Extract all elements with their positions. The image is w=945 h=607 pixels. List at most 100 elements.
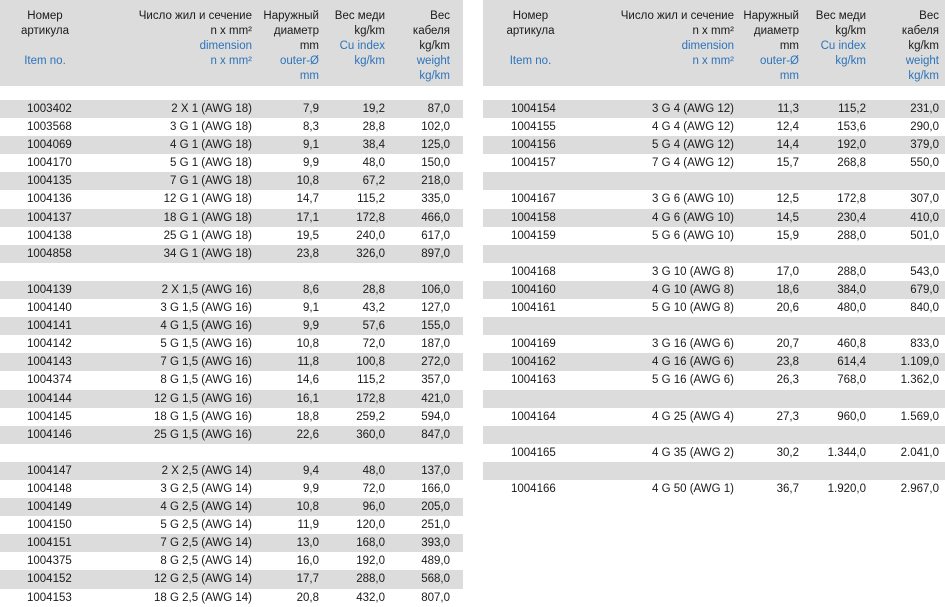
dimension-cell: 12 G 2,5 (AWG 14) — [154, 573, 252, 586]
table-row: 1004142 5 G 1,5 (AWG 16) 10,8 72,0 187,0 — [0, 335, 463, 353]
item-no-cell: 1004161 — [511, 302, 556, 315]
dimension-cell: 4 G 35 (AWG 2) — [651, 446, 734, 459]
diameter-cell: 15,9 — [776, 229, 799, 242]
dimension-cell: 3 G 1 (AWG 18) — [169, 121, 252, 134]
cable-weight-cell: 290,0 — [910, 121, 939, 134]
item-no-cell: 1004168 — [511, 265, 556, 278]
item-no-cell: 1003402 — [27, 103, 72, 115]
header-diameter: Наружный диаметр mm outer-Ø mm — [263, 10, 319, 82]
table-row: 1004150 5 G 2,5 (AWG 14) 11,9 120,0 251,0 — [0, 516, 463, 534]
dimension-cell: 7 G 4 (AWG 12) — [651, 157, 734, 170]
table-row: 1004167 3 G 6 (AWG 10) 12,5 172,8 307,0 — [483, 190, 945, 208]
blank-separator-row — [483, 172, 945, 191]
dimension-cell: 4 G 2,5 (AWG 14) — [160, 501, 252, 514]
diameter-cell: 17,7 — [296, 573, 319, 586]
copper-weight-cell: 48,0 — [362, 157, 385, 170]
diameter-cell: 9,9 — [303, 320, 319, 333]
diameter-cell: 15,7 — [776, 157, 799, 170]
diameter-cell: 9,9 — [303, 482, 319, 495]
dimension-cell: 2 X 2,5 (AWG 14) — [161, 464, 252, 477]
dimension-cell: 3 G 10 (AWG 8) — [651, 265, 734, 278]
dimension-cell: 4 G 50 (AWG 1) — [651, 482, 734, 495]
dimension-cell: 8 G 2,5 (AWG 14) — [160, 555, 252, 568]
dimension-cell: 8 G 1,5 (AWG 16) — [160, 374, 252, 387]
cable-weight-cell: 205,0 — [421, 501, 450, 514]
table-row: 1003402 2 X 1 (AWG 18) 7,9 19,2 87,0 — [0, 100, 463, 119]
diameter-cell: 7,9 — [303, 103, 319, 115]
diameter-cell: 10,8 — [296, 501, 319, 514]
header-gap — [483, 86, 945, 100]
copper-weight-cell: 38,4 — [362, 139, 385, 152]
diameter-cell: 9,1 — [303, 302, 319, 315]
cable-weight-cell: 840,0 — [910, 302, 939, 315]
copper-weight-cell: 192,0 — [837, 139, 866, 152]
table-row: 1004141 4 G 1,5 (AWG 16) 9,9 57,6 155,0 — [0, 317, 463, 336]
diameter-cell: 26,3 — [776, 374, 799, 387]
table-row: 1004159 5 G 6 (AWG 10) 15,9 288,0 501,0 — [483, 227, 945, 245]
left-table: Номер артикула Item no. Число жил и сече… — [0, 0, 463, 607]
item-no-cell: 1004375 — [27, 555, 72, 568]
copper-weight-cell: 120,0 — [356, 519, 385, 532]
item-no-cell: 1004138 — [27, 229, 72, 242]
cable-weight-cell: 187,0 — [421, 338, 450, 351]
diameter-cell: 18,8 — [296, 410, 319, 423]
cable-weight-cell: 410,0 — [910, 211, 939, 224]
header-dimension: Число жил и сечение n x mm² dimension n … — [620, 10, 734, 67]
item-no-cell: 1004147 — [27, 464, 72, 477]
copper-weight-cell: 360,0 — [356, 428, 385, 441]
copper-weight-cell: 19,2 — [362, 103, 385, 115]
copper-weight-cell: 28,8 — [362, 121, 385, 134]
cable-weight-cell: 106,0 — [421, 283, 450, 296]
dimension-cell: 3 G 2,5 (AWG 14) — [160, 482, 252, 495]
table-row: 1004162 4 G 16 (AWG 6) 23,8 614,4 1.109,0 — [483, 353, 945, 372]
table-row: 1004153 18 G 2,5 (AWG 14) 20,8 432,0 807,0 — [0, 589, 463, 607]
copper-weight-cell: 192,0 — [356, 555, 385, 568]
table-row: 1004168 3 G 10 (AWG 8) 17,0 288,0 543,0 — [483, 263, 945, 281]
cable-weight-cell: 550,0 — [910, 157, 939, 170]
table-row: 1004165 4 G 35 (AWG 2) 30,2 1.344,0 2.041,0 — [483, 444, 945, 462]
dimension-cell: 5 G 2,5 (AWG 14) — [160, 519, 252, 532]
copper-weight-cell: 28,8 — [362, 283, 385, 296]
table-row: 1004140 3 G 1,5 (AWG 16) 9,1 43,2 127,0 — [0, 299, 463, 317]
item-no-cell: 1004136 — [27, 193, 72, 206]
table-row: 1004148 3 G 2,5 (AWG 14) 9,9 72,0 166,0 — [0, 480, 463, 498]
diameter-cell: 9,1 — [303, 139, 319, 152]
cable-weight-cell: 218,0 — [421, 175, 450, 188]
copper-weight-cell: 288,0 — [837, 265, 866, 278]
item-no-cell: 1004142 — [27, 338, 72, 351]
cable-weight-cell: 231,0 — [910, 103, 939, 115]
table-row: 1004146 25 G 1,5 (AWG 16) 22,6 360,0 847,0 — [0, 425, 463, 444]
copper-weight-cell: 268,8 — [837, 157, 866, 170]
cable-weight-cell: 379,0 — [910, 139, 939, 152]
item-no-cell: 1004145 — [27, 410, 72, 423]
copper-weight-cell: 460,8 — [837, 338, 866, 351]
table-row: 1003568 3 G 1 (AWG 18) 8,3 28,8 102,0 — [0, 118, 463, 136]
dimension-cell: 2 X 1,5 (AWG 16) — [161, 283, 252, 296]
item-no-cell: 1004146 — [27, 428, 72, 441]
diameter-cell: 14,6 — [296, 374, 319, 387]
cable-weight-cell: 125,0 — [421, 139, 450, 152]
table-body: 1003402 2 X 1 (AWG 18) 7,9 19,2 87,0 1003568 3… — [0, 100, 463, 607]
dimension-cell: 5 G 16 (AWG 6) — [651, 374, 734, 387]
cable-weight-cell: 150,0 — [421, 157, 450, 170]
blank-separator-row — [483, 461, 945, 480]
cable-weight-cell: 833,0 — [910, 338, 939, 351]
item-no-cell: 1004160 — [511, 283, 556, 296]
table-header: Номер артикула Item no. Число жил и сече… — [483, 0, 945, 86]
copper-weight-cell: 960,0 — [837, 410, 866, 423]
blank-separator-row — [483, 244, 945, 263]
table-row: 1004138 25 G 1 (AWG 18) 19,5 240,0 617,0 — [0, 227, 463, 245]
dimension-cell: 4 G 25 (AWG 4) — [651, 410, 734, 423]
table-body: 1004154 3 G 4 (AWG 12) 11,3 115,2 231,0 10041… — [483, 100, 945, 498]
dimension-cell: 5 G 4 (AWG 12) — [651, 139, 734, 152]
cable-weight-cell: 543,0 — [910, 265, 939, 278]
cable-weight-cell: 2.041,0 — [900, 446, 939, 459]
cable-weight-cell: 251,0 — [421, 519, 450, 532]
table-row: 1004144 12 G 1,5 (AWG 16) 16,1 172,8 421,0 — [0, 389, 463, 408]
header-copper-weight: Вес меди kg/km Cu index kg/km — [334, 10, 385, 67]
dimension-cell: 3 G 6 (AWG 10) — [651, 193, 734, 206]
dimension-cell: 12 G 1,5 (AWG 16) — [154, 392, 252, 405]
cable-weight-cell: 2.967,0 — [900, 482, 939, 495]
diameter-cell: 13,0 — [296, 537, 319, 550]
dimension-cell: 34 G 1 (AWG 18) — [163, 247, 252, 260]
